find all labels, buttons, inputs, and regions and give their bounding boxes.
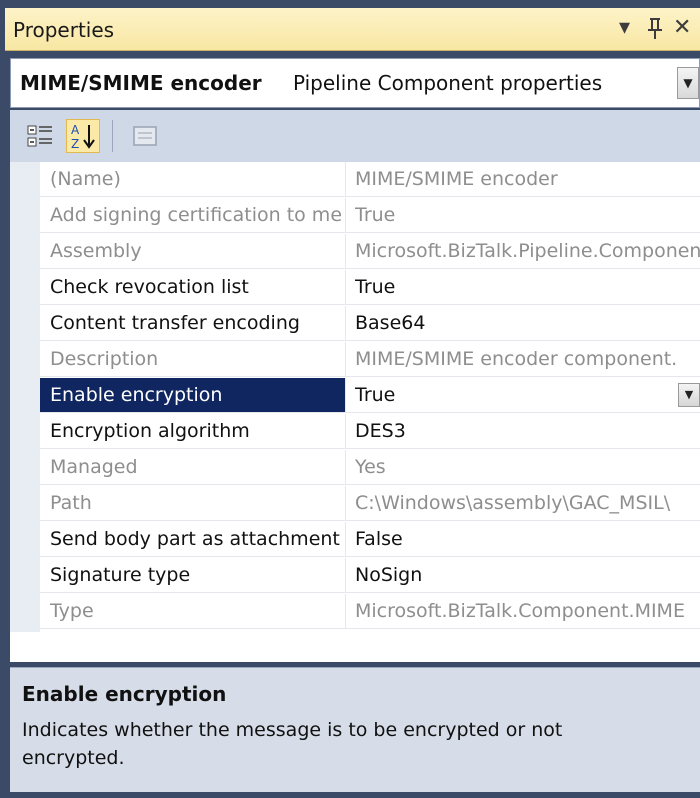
- property-row[interactable]: (Name) MIME/SMIME encoder: [40, 162, 700, 197]
- object-name: MIME/SMIME encoder: [20, 71, 262, 95]
- property-row[interactable]: Content transfer encoding Base64: [40, 306, 700, 341]
- column-divider: [345, 522, 346, 556]
- object-selector[interactable]: MIME/SMIME encoder Pipeline Component pr…: [10, 58, 700, 108]
- property-row[interactable]: Add signing certification to message True: [40, 198, 700, 233]
- categorized-icon: [27, 125, 52, 147]
- property-value: Microsoft.BizTalk.Pipeline.Components: [355, 240, 700, 262]
- column-divider: [345, 378, 346, 412]
- categorized-button[interactable]: [24, 119, 58, 153]
- property-name[interactable]: Content transfer encoding: [50, 306, 342, 340]
- property-name[interactable]: Managed: [50, 450, 342, 484]
- property-row[interactable]: Enable encryption True ▼: [40, 378, 700, 413]
- property-name[interactable]: Type: [50, 594, 342, 628]
- property-row[interactable]: Encryption algorithm DES3: [40, 414, 700, 449]
- property-value[interactable]: NoSign: [355, 558, 700, 592]
- alphabetical-button[interactable]: A Z: [66, 119, 100, 153]
- title-bar: Properties ▾ ✕: [5, 8, 700, 51]
- property-name[interactable]: Description: [50, 342, 342, 376]
- property-value[interactable]: True: [355, 270, 700, 304]
- property-row[interactable]: Path C:\Windows\assembly\GAC_MSIL\: [40, 486, 700, 521]
- property-name[interactable]: Send body part as attachment: [50, 522, 342, 556]
- column-divider: [345, 234, 346, 268]
- column-divider: [345, 270, 346, 304]
- property-row[interactable]: Send body part as attachment False: [40, 522, 700, 557]
- property-value: Microsoft.BizTalk.Component.MIME: [355, 600, 685, 622]
- property-name[interactable]: (Name): [50, 162, 342, 196]
- column-divider: [345, 342, 346, 376]
- column-divider: [345, 162, 346, 196]
- svg-text:A: A: [71, 123, 80, 137]
- property-row[interactable]: Check revocation list True: [40, 270, 700, 305]
- property-name[interactable]: Encryption algorithm: [50, 414, 342, 448]
- property-row[interactable]: Assembly Microsoft.BizTalk.Pipeline.Compo…: [40, 234, 700, 269]
- dropdown-arrow-icon[interactable]: ▾: [619, 14, 630, 42]
- property-pages-icon: [133, 126, 157, 146]
- property-name[interactable]: Signature type: [50, 558, 342, 592]
- property-value[interactable]: True: [355, 378, 700, 412]
- property-row[interactable]: Signature type NoSign: [40, 558, 700, 593]
- column-divider: [345, 450, 346, 484]
- alphabetical-sort-icon: A Z: [71, 123, 95, 151]
- property-value[interactable]: DES3: [355, 414, 700, 448]
- description-panel: Enable encryption Indicates whether the …: [10, 668, 700, 792]
- description-title: Enable encryption: [22, 682, 227, 706]
- property-pages-button[interactable]: [128, 119, 162, 153]
- property-name[interactable]: Enable encryption: [40, 378, 345, 412]
- property-name[interactable]: Assembly: [50, 234, 342, 268]
- property-grid: (Name) MIME/SMIME encoder Add signing cert…: [10, 162, 700, 669]
- property-name[interactable]: Path: [50, 486, 342, 520]
- property-row[interactable]: Description MIME/SMIME encoder component.: [40, 342, 700, 377]
- window-title: Properties: [13, 18, 115, 42]
- properties-window: Properties ▾ ✕ MIME/SMIME encoder Pipeli…: [0, 0, 700, 798]
- object-type: Pipeline Component properties: [293, 71, 603, 95]
- column-divider: [345, 414, 346, 448]
- value-dropdown-icon[interactable]: ▼: [678, 383, 700, 407]
- property-value: True: [355, 204, 396, 226]
- property-row[interactable]: Managed Yes: [40, 450, 700, 485]
- svg-text:Z: Z: [71, 137, 79, 151]
- property-value[interactable]: False: [355, 522, 700, 556]
- column-divider: [345, 558, 346, 592]
- close-icon[interactable]: ✕: [673, 14, 691, 42]
- description-text: Indicates whether the message is to be e…: [22, 719, 563, 769]
- property-name[interactable]: Check revocation list: [50, 270, 342, 304]
- grid-gutter: [10, 162, 40, 632]
- property-row[interactable]: Type Microsoft.BizTalk.Component.MIME: [40, 594, 700, 629]
- property-value: Yes: [355, 456, 386, 478]
- chevron-down-icon[interactable]: ▼: [677, 67, 699, 99]
- column-divider: [345, 198, 346, 232]
- toolbar-separator: [112, 120, 113, 152]
- column-divider: [345, 594, 346, 628]
- property-value: C:\Windows\assembly\GAC_MSIL\: [355, 492, 671, 514]
- properties-toolbar: A Z: [10, 110, 700, 162]
- column-divider: [345, 306, 346, 340]
- property-value[interactable]: Base64: [355, 306, 700, 340]
- property-name[interactable]: Add signing certification to message: [50, 198, 342, 232]
- pin-icon[interactable]: [647, 14, 663, 49]
- property-value: MIME/SMIME encoder: [355, 168, 558, 190]
- property-value: MIME/SMIME encoder component.: [355, 348, 678, 370]
- column-divider: [345, 486, 346, 520]
